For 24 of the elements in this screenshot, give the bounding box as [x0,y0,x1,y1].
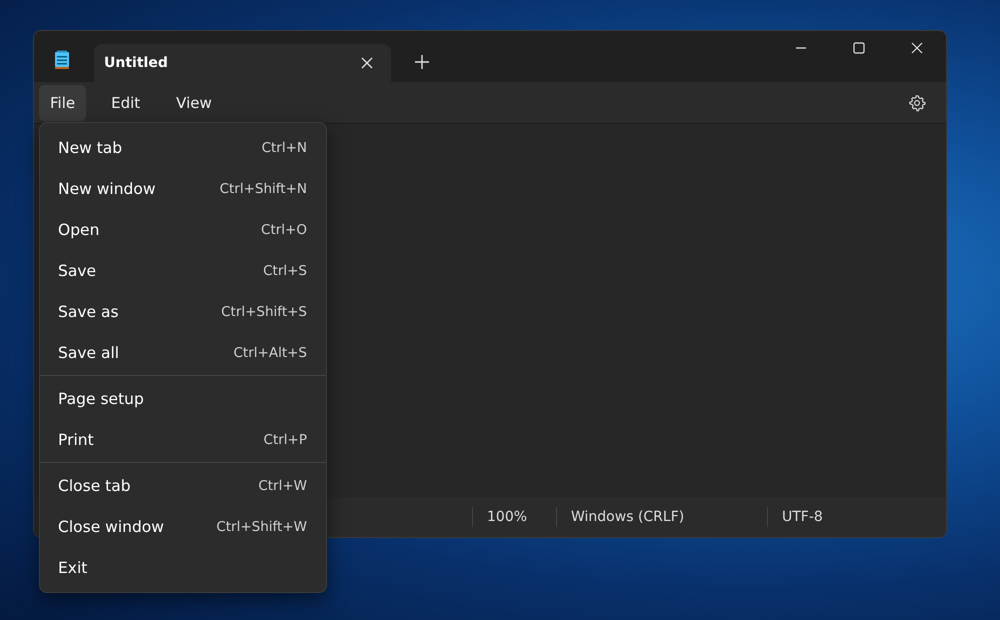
menu-item[interactable]: View [165,84,223,120]
close-icon[interactable] [911,42,923,54]
settings-icon[interactable] [908,94,926,112]
menu-item[interactable]: Save Ctrl+S [40,250,326,291]
add-tab-icon[interactable] [415,55,429,69]
encoding: UTF-8 [767,507,946,527]
menu-item[interactable]: File [39,84,86,120]
menu-item[interactable]: New window Ctrl+Shift+N [40,168,326,209]
menu-item[interactable]: Save all Ctrl+Alt+S [40,332,326,373]
menu-item[interactable]: Edit [100,84,152,120]
menu-item[interactable]: Page setup [40,378,326,419]
line-ending: Windows (CRLF) [556,507,767,527]
menu-item[interactable]: Close tab Ctrl+W [40,465,326,506]
menu-item[interactable]: New tab Ctrl+N [40,127,326,168]
menu-item[interactable]: Save as Ctrl+Shift+S [40,291,326,332]
close-icon[interactable] [361,57,373,69]
document-tab[interactable]: Untitled [94,44,391,82]
menu-item[interactable]: Exit [40,547,326,588]
notepad-icon [54,50,70,70]
menu-item[interactable]: Close window Ctrl+Shift+W [40,506,326,547]
menu-item[interactable]: Print Ctrl+P [40,419,326,460]
menu-item[interactable]: Open Ctrl+O [40,209,326,250]
zoom-level: 100% [472,507,556,527]
maximize-icon[interactable] [853,42,865,54]
